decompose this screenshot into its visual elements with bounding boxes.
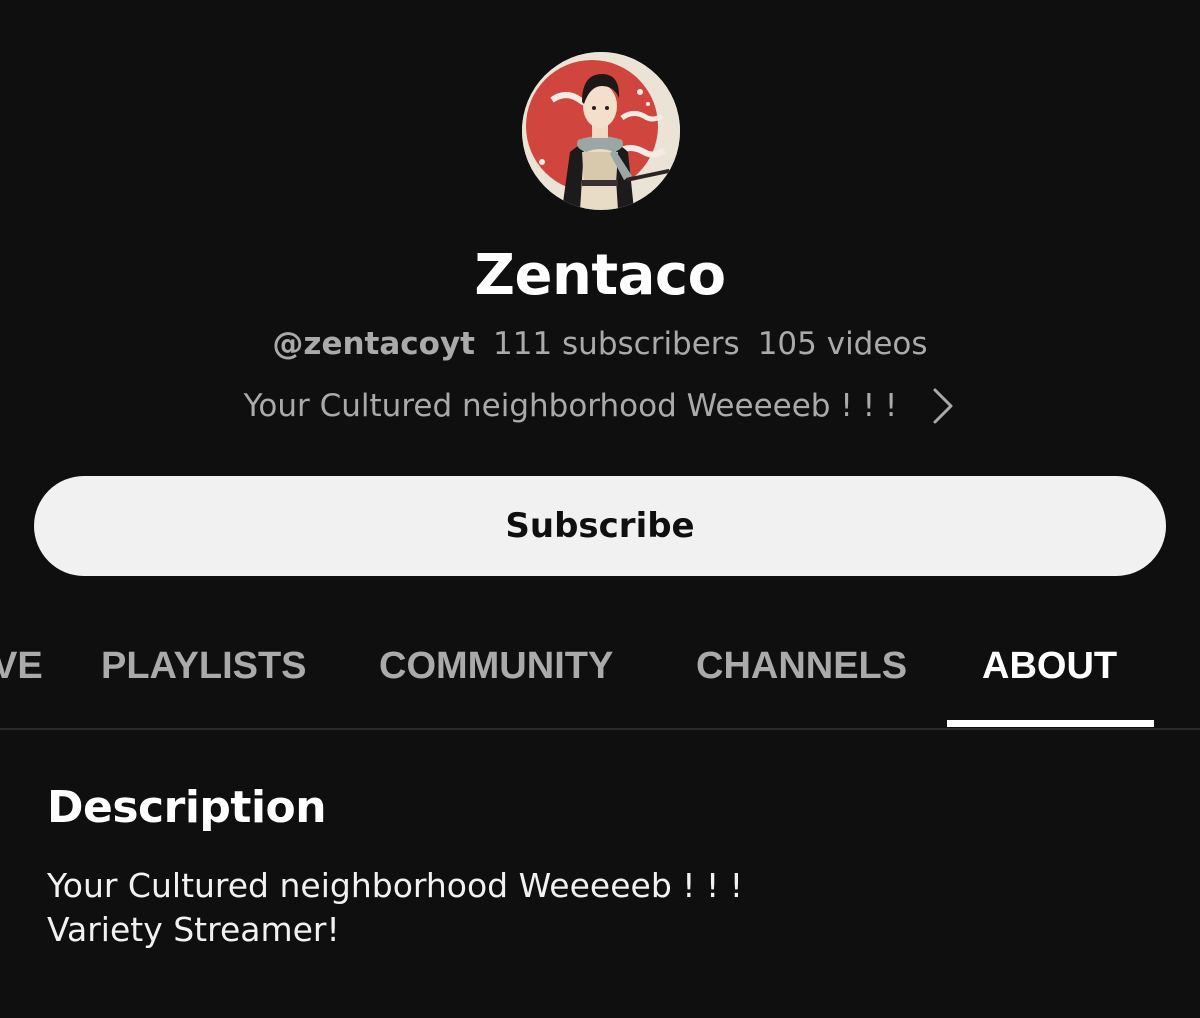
channel-avatar[interactable] [522,52,680,210]
tab-live[interactable]: VE [0,642,43,690]
video-count: 105 videos [757,326,928,362]
tab-channels[interactable]: CHANNELS [696,642,907,690]
description-line-2: Variety Streamer! [47,910,340,949]
subscribe-button[interactable]: Subscribe [34,476,1166,576]
channel-tabs: VE PLAYLISTS COMMUNITY CHANNELS ABOUT [0,624,1200,730]
channel-tagline: Your Cultured neighborhood Weeeeeb ! ! ! [243,388,898,424]
chevron-right-icon[interactable] [930,386,956,426]
tab-about[interactable]: ABOUT [982,642,1117,690]
subscriber-count: 111 subscribers [493,326,740,362]
channel-name: Zentaco [474,243,726,308]
channel-handle: @zentacoyt [272,326,475,362]
channel-meta: @zentacoyt 111 subscribers 105 videos [0,322,1200,366]
channel-tagline-row[interactable]: Your Cultured neighborhood Weeeeeb ! ! ! [0,384,1200,428]
active-tab-indicator [947,720,1154,727]
description-line-1: Your Cultured neighborhood Weeeeeb ! ! ! [47,866,743,905]
tab-community[interactable]: COMMUNITY [379,642,613,690]
avatar-anime-character-icon [522,52,680,210]
tab-playlists[interactable]: PLAYLISTS [101,642,307,690]
description-heading: Description [47,782,327,833]
